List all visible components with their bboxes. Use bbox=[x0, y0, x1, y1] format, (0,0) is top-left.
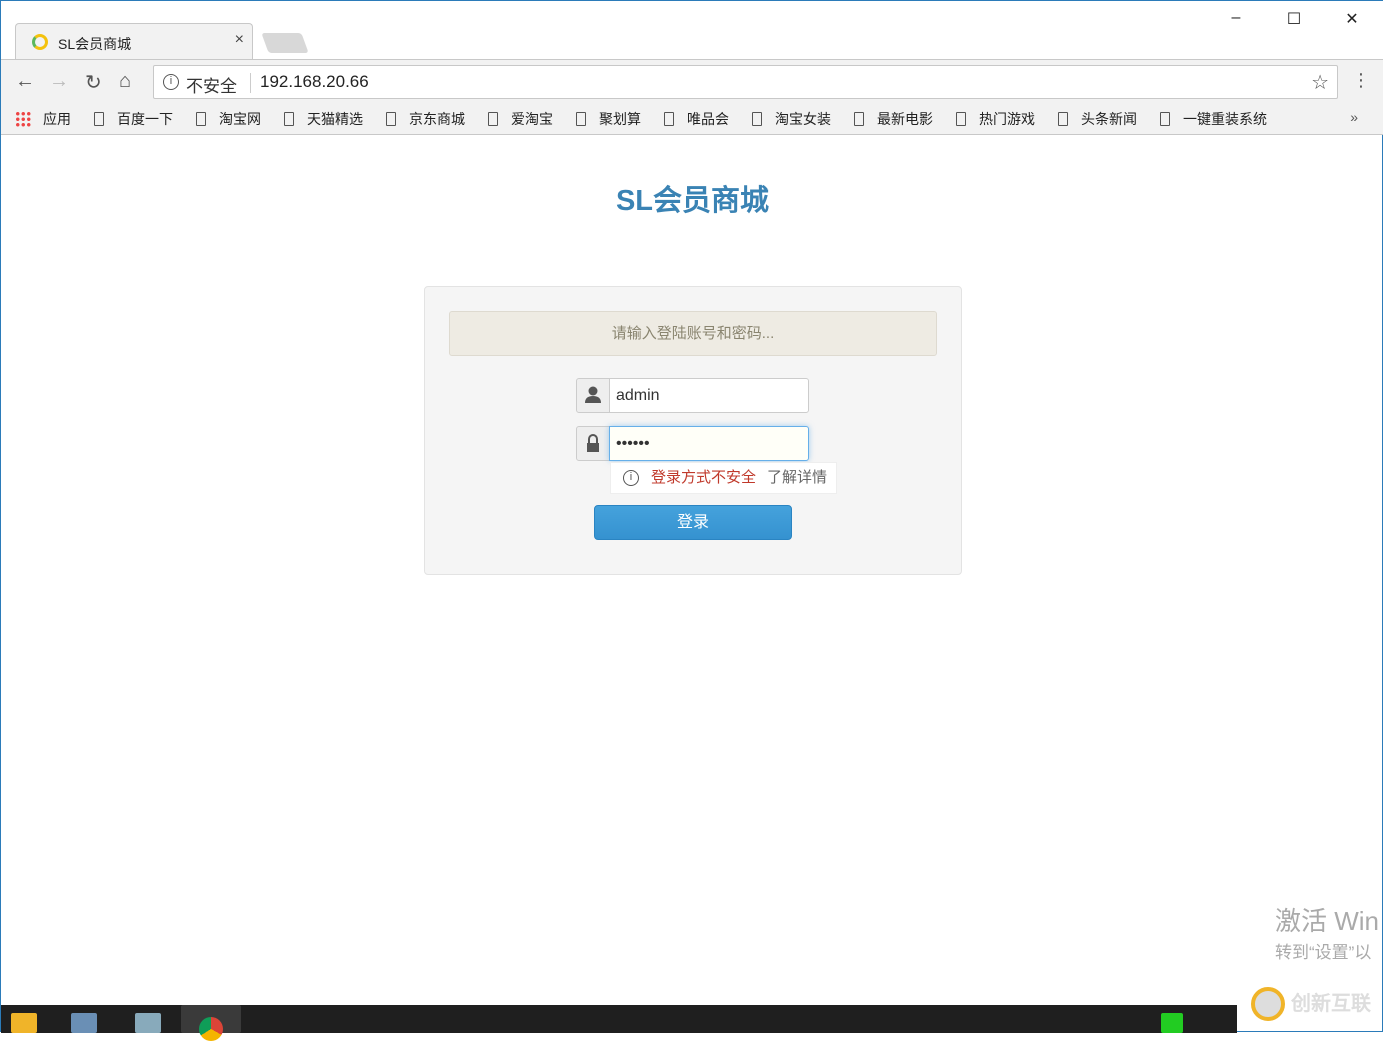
bookmark-item[interactable]: 热门游戏 bbox=[956, 109, 1035, 129]
page-icon bbox=[576, 111, 586, 126]
page-title: SL会员商城 bbox=[615, 185, 770, 217]
bookmark-label: 京东商城 bbox=[409, 110, 465, 127]
more-bookmarks-button[interactable]: » bbox=[1350, 109, 1358, 125]
page-icon bbox=[284, 111, 294, 126]
bookmark-label: 爱淘宝 bbox=[511, 110, 553, 127]
info-icon: i bbox=[623, 470, 639, 486]
activation-subtitle: 转到“设置”以 bbox=[1275, 943, 1372, 962]
bookmark-label: 热门游戏 bbox=[979, 110, 1035, 127]
close-window-button[interactable]: ✕ bbox=[1337, 9, 1367, 29]
bookmark-label: 聚划算 bbox=[599, 110, 641, 127]
bookmark-item[interactable]: 京东商城 bbox=[386, 109, 465, 129]
page-icon bbox=[956, 111, 966, 126]
browser-tab[interactable]: SL会员商城 × bbox=[15, 23, 253, 59]
username-group: admin bbox=[576, 378, 809, 413]
login-button[interactable]: 登录 bbox=[594, 505, 792, 540]
bookmark-label: 唯品会 bbox=[687, 110, 729, 127]
page-icon bbox=[386, 111, 396, 126]
page-icon bbox=[1058, 111, 1068, 126]
page-icon bbox=[854, 111, 864, 126]
password-group: •••••• bbox=[576, 426, 809, 461]
bookmark-label: 应用 bbox=[43, 110, 71, 127]
page-icon bbox=[1160, 111, 1170, 126]
page-icon bbox=[196, 111, 206, 126]
bookmark-item[interactable]: 天猫精选 bbox=[284, 109, 363, 129]
user-icon bbox=[576, 378, 610, 413]
bookmark-label: 一键重装系统 bbox=[1183, 110, 1267, 127]
maximize-button[interactable]: ☐ bbox=[1279, 9, 1309, 29]
password-input[interactable]: •••••• bbox=[609, 426, 809, 461]
title-bar: SL会员商城 × – ☐ ✕ bbox=[1, 1, 1383, 59]
app-icon[interactable] bbox=[71, 1013, 97, 1033]
menu-icon[interactable]: ⋮ bbox=[1352, 70, 1370, 91]
security-label[interactable]: 不安全 bbox=[186, 72, 237, 97]
page-icon bbox=[664, 111, 674, 126]
tab-title: SL会员商城 bbox=[58, 36, 132, 52]
taskbar bbox=[1, 1005, 1237, 1041]
bookmark-item[interactable]: 聚划算 bbox=[576, 109, 641, 129]
minimize-button[interactable]: – bbox=[1221, 9, 1251, 27]
page-icon bbox=[488, 111, 498, 126]
bookmark-item[interactable]: 百度一下 bbox=[94, 109, 173, 129]
bookmark-item[interactable]: 头条新闻 bbox=[1058, 109, 1137, 129]
divider bbox=[250, 73, 251, 93]
brand-watermark: 创新互联 bbox=[1245, 981, 1381, 1027]
login-prompt: 请输入登陆账号和密码... bbox=[449, 311, 937, 356]
bookmark-label: 天猫精选 bbox=[307, 110, 363, 127]
favicon-icon bbox=[32, 34, 48, 50]
bookmark-star-icon[interactable]: ☆ bbox=[1311, 70, 1329, 95]
bookmark-label: 淘宝女装 bbox=[775, 110, 831, 127]
bookmark-item[interactable]: 淘宝网 bbox=[196, 109, 261, 129]
info-icon[interactable]: i bbox=[163, 74, 179, 90]
bookmark-item[interactable]: 淘宝女装 bbox=[752, 109, 831, 129]
brand-logo-icon bbox=[1251, 987, 1285, 1021]
brand-text: 创新互联 bbox=[1291, 993, 1371, 1015]
app-icon[interactable] bbox=[135, 1013, 161, 1033]
bookmark-label: 淘宝网 bbox=[219, 110, 261, 127]
activation-title: 激活 Win bbox=[1275, 906, 1380, 936]
url-text[interactable]: 192.168.20.66 bbox=[260, 72, 369, 92]
browser-toolbar: ← → ↻ ⌂ i 不安全 192.168.20.66 ☆ ⋮ bbox=[1, 59, 1383, 103]
bookmark-label: 百度一下 bbox=[117, 110, 173, 127]
learn-more-link[interactable]: 了解详情 bbox=[767, 463, 827, 493]
bookmark-item[interactable]: 最新电影 bbox=[854, 109, 933, 129]
bookmark-apps[interactable]: 应用 bbox=[15, 109, 71, 129]
forward-icon[interactable]: → bbox=[49, 70, 69, 93]
bookmark-item[interactable]: 一键重装系统 bbox=[1160, 109, 1267, 129]
chrome-taskbar-button[interactable] bbox=[181, 1005, 241, 1041]
address-bar[interactable]: i 不安全 192.168.20.66 ☆ bbox=[153, 65, 1338, 99]
apps-icon bbox=[15, 110, 31, 127]
bookmark-label: 最新电影 bbox=[877, 110, 933, 127]
tab-close-icon[interactable]: × bbox=[235, 31, 244, 49]
page-icon bbox=[94, 111, 104, 126]
bookmark-label: 头条新闻 bbox=[1081, 110, 1137, 127]
page-icon bbox=[752, 111, 762, 126]
windows-activation-watermark: 激活 Win 转到“设置”以 bbox=[1275, 901, 1379, 963]
lock-icon bbox=[576, 426, 610, 461]
reload-icon[interactable]: ↻ bbox=[85, 70, 102, 95]
bookmark-item[interactable]: 爱淘宝 bbox=[488, 109, 553, 129]
home-icon[interactable]: ⌂ bbox=[119, 70, 131, 93]
chrome-icon bbox=[199, 1017, 223, 1041]
insecure-login-tooltip: i 登录方式不安全 了解详情 bbox=[610, 462, 837, 494]
tray-icon[interactable] bbox=[1161, 1013, 1183, 1033]
new-tab-button[interactable] bbox=[261, 33, 309, 53]
file-explorer-icon[interactable] bbox=[11, 1013, 37, 1033]
username-input[interactable]: admin bbox=[609, 378, 809, 413]
insecure-warning: 登录方式不安全 bbox=[651, 469, 757, 486]
back-icon[interactable]: ← bbox=[15, 70, 35, 93]
login-panel: 请输入登陆账号和密码... admin •••••• i 登录方式不安全 了解详… bbox=[424, 286, 962, 575]
bookmarks-bar: 应用 百度一下 淘宝网 天猫精选 京东商城 爱淘宝 聚划算 唯品会 淘宝女装 最… bbox=[1, 103, 1383, 135]
bookmark-item[interactable]: 唯品会 bbox=[664, 109, 729, 129]
